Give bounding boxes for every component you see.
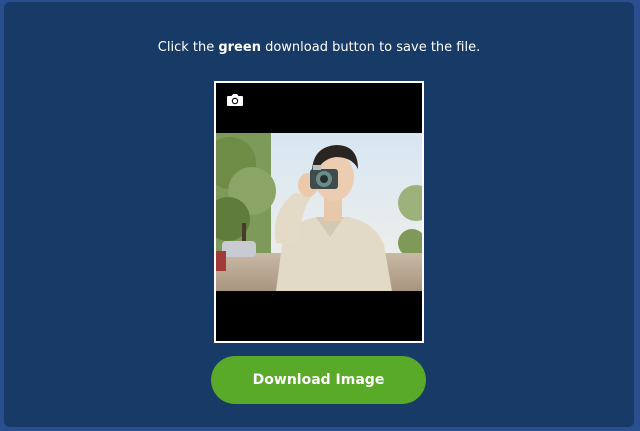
instruction-emphasis: green xyxy=(218,40,261,55)
instruction-suffix: download button to save the file. xyxy=(260,40,481,55)
instruction-prefix: Click the xyxy=(157,40,219,55)
download-panel: Click the green download button to save … xyxy=(4,2,634,427)
instruction-text: Click the green download button to save … xyxy=(4,40,634,56)
download-image-button[interactable]: Download Image xyxy=(211,356,426,404)
camera-icon xyxy=(226,92,244,106)
photo-man-with-camera xyxy=(216,133,422,291)
image-preview xyxy=(214,81,424,343)
